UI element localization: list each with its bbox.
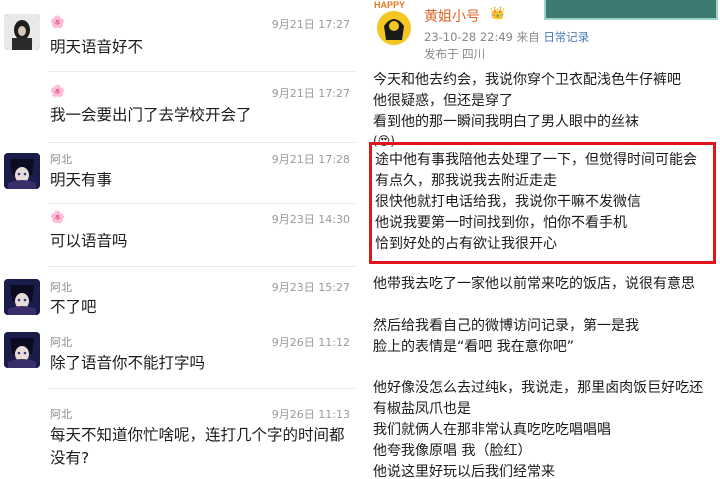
flower-badge-icon: 🌸 xyxy=(50,15,65,29)
post-text-line: 途中他有事我陪他去处理了一下，但觉得时间可能会有点久，那我说我去附近走走 xyxy=(375,152,697,189)
chat-message: 阿北 9月23日 15:27 不了吧 xyxy=(0,267,356,325)
cover-image xyxy=(544,0,718,20)
post-meta: 23-10-28 22:49 来自 日常记录 xyxy=(424,29,589,45)
username[interactable]: 黄姐小号 xyxy=(424,6,480,26)
crown-icon: 👑 xyxy=(490,6,505,20)
post-text-line: 他好像没怎么去过纯k，我说走，那里卤肉饭巨好吃还有椒盐凤爪也是 xyxy=(373,380,704,417)
message-text: 不了吧 xyxy=(50,298,97,316)
post-text-line: 今天和他去约会，我说你穿个卫衣配浅色牛仔裤吧 xyxy=(373,72,681,88)
post-text-line: 他夸我像原唱 我（脸红） xyxy=(373,443,532,459)
post-text-line: 我们就俩人在那非常认真吃吃吃唱唱唱 xyxy=(373,422,611,438)
post-text-line: 看到他的那一瞬间我明白了男人眼中的丝袜 xyxy=(373,114,639,130)
post-text-line: 他很疑惑，但还是穿了 xyxy=(373,93,513,109)
chat-message: 阿北 9月26日 11:12 除了语音你不能打字吗 xyxy=(0,326,356,386)
divider xyxy=(48,388,356,389)
post-text-line: 很快他就打电话给我，我说你干嘛不发微信 xyxy=(375,194,641,210)
sender-name: 阿北 xyxy=(50,408,72,421)
message-time: 9月23日 15:27 xyxy=(271,281,350,294)
chat-message: 阿北 9月21日 17:28 明天有事 xyxy=(0,143,356,203)
message-time: 9月26日 11:13 xyxy=(271,408,350,421)
chat-message: 🌸 9月21日 17:27 我一会要出门了去学校开会了 xyxy=(0,72,356,142)
post-source-link[interactable]: 日常记录 xyxy=(543,30,589,44)
chat-message: 🌸 9月23日 14:30 可以语音吗 xyxy=(0,204,356,266)
message-text: 除了语音你不能打字吗 xyxy=(50,354,206,372)
avatar[interactable] xyxy=(4,153,40,189)
post-location: 发布于 四川 xyxy=(424,47,486,61)
post-text-line: 然后给我看自己的微博访问记录，第一是我 xyxy=(373,318,639,334)
avatar[interactable] xyxy=(4,279,40,315)
message-text: 每天不知道你忙啥呢，连打几个字的时间都没有? xyxy=(50,426,345,467)
post-text-line: 他说这里好玩以后我们经常来 xyxy=(373,464,555,479)
from-label: 来自 xyxy=(516,30,540,44)
weibo-post: HAPPY 黄姐小号 👑 23-10-28 22:49 来自 日常记录 发布于 … xyxy=(364,0,720,479)
message-time: 9月21日 17:27 xyxy=(271,18,350,31)
sender-name: 阿北 xyxy=(50,153,72,166)
flower-badge-icon: 🌸 xyxy=(50,84,65,98)
message-text: 可以语音吗 xyxy=(50,232,128,250)
chat-message: 🌸 9月21日 17:27 明天语音好不 xyxy=(0,0,356,70)
sender-name: 阿北 xyxy=(50,281,72,294)
message-time: 9月21日 17:27 xyxy=(271,87,350,100)
sender-name: 阿北 xyxy=(50,336,72,349)
message-text: 明天语音好不 xyxy=(50,38,144,56)
avatar[interactable]: HAPPY xyxy=(374,0,414,46)
post-text-line: 他说我要第一时间找到你，怕你不看手机 xyxy=(375,215,627,231)
message-time: 9月21日 17:28 xyxy=(271,153,350,166)
chat-message: 阿北 9月26日 11:13 每天不知道你忙啥呢，连打几个字的时间都没有? xyxy=(0,396,356,479)
message-time: 9月26日 11:12 xyxy=(271,336,350,349)
avatar[interactable] xyxy=(4,14,40,50)
chat-panel: 🌸 9月21日 17:27 明天语音好不 🌸 9月21日 17:27 我一会要出… xyxy=(0,0,356,479)
post-text-line: 脸上的表情是“看吧 我在意你吧” xyxy=(373,339,574,355)
post-date: 23-10-28 22:49 xyxy=(424,30,513,44)
message-time: 9月23日 14:30 xyxy=(271,213,350,226)
post-text-line: 恰到好处的占有欲让我很开心 xyxy=(375,236,557,252)
panel-divider xyxy=(356,0,364,479)
avatar-text: HAPPY xyxy=(374,0,405,10)
message-text: 我一会要出门了去学校开会了 xyxy=(50,106,252,124)
message-text: 明天有事 xyxy=(50,171,113,189)
flower-badge-icon: 🌸 xyxy=(50,210,65,224)
post-text-line: 他带我去吃了一家他以前常来吃的饭店，说很有意思 xyxy=(373,276,695,292)
avatar[interactable] xyxy=(4,332,40,368)
